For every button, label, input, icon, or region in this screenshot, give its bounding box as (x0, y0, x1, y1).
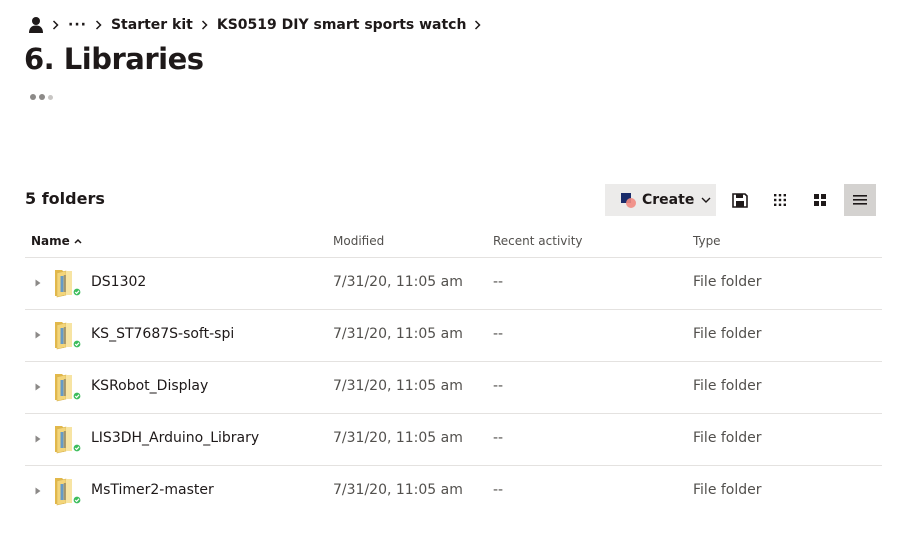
loading-indicator (30, 94, 53, 100)
folder-icon (55, 374, 82, 402)
page-title: 6. Libraries (24, 42, 204, 76)
expand-arrow-icon[interactable] (34, 434, 42, 444)
table-row[interactable]: MsTimer2-master 7/31/20, 11:05 am -- Fil… (25, 466, 882, 518)
table-row[interactable]: DS1302 7/31/20, 11:05 am -- File folder (25, 258, 882, 310)
file-type: File folder (693, 378, 762, 394)
folder-icon (55, 426, 82, 454)
create-logo-icon (620, 193, 636, 208)
file-name[interactable]: LIS3DH_Arduino_Library (91, 430, 259, 446)
file-name[interactable]: MsTimer2-master (91, 482, 214, 498)
expand-arrow-icon[interactable] (34, 382, 42, 392)
breadcrumb-item-starter-kit[interactable]: Starter kit (111, 17, 193, 33)
create-button[interactable]: Create (605, 184, 716, 216)
chevron-right-icon[interactable] (474, 20, 482, 30)
modified-date: 7/31/20, 11:05 am (333, 378, 463, 394)
file-name[interactable]: DS1302 (91, 274, 146, 290)
file-type: File folder (693, 482, 762, 498)
table-row[interactable]: KS_ST7687S-soft-spi 7/31/20, 11:05 am --… (25, 310, 882, 362)
column-header-type[interactable]: Type (693, 234, 721, 248)
file-name[interactable]: KSRobot_Display (91, 378, 208, 394)
folder-icon (55, 270, 82, 298)
recent-activity: -- (493, 378, 504, 394)
save-offline-icon[interactable] (724, 184, 756, 216)
table-row[interactable]: LIS3DH_Arduino_Library 7/31/20, 11:05 am… (25, 414, 882, 466)
column-header-modified[interactable]: Modified (333, 234, 384, 248)
modified-date: 7/31/20, 11:05 am (333, 482, 463, 498)
chevron-right-icon (95, 20, 102, 30)
recent-activity: -- (493, 482, 504, 498)
grid-large-icon[interactable] (804, 184, 836, 216)
chevron-down-icon (701, 197, 711, 203)
file-type: File folder (693, 430, 762, 446)
file-type: File folder (693, 326, 762, 342)
recent-activity: -- (493, 430, 504, 446)
breadcrumb-item-ks0519[interactable]: KS0519 DIY smart sports watch (217, 17, 467, 33)
grid-small-icon[interactable] (764, 184, 796, 216)
column-header-name[interactable]: Name (31, 234, 82, 248)
recent-activity: -- (493, 274, 504, 290)
table-header: Name Modified Recent activity Type (25, 226, 882, 258)
user-icon[interactable] (28, 16, 44, 34)
modified-date: 7/31/20, 11:05 am (333, 326, 463, 342)
folder-count: 5 folders (25, 189, 105, 208)
file-name[interactable]: KS_ST7687S-soft-spi (91, 326, 234, 342)
list-view-icon[interactable] (844, 184, 876, 216)
create-button-label: Create (642, 192, 695, 208)
file-table: Name Modified Recent activity Type DS130… (25, 226, 882, 506)
expand-arrow-icon[interactable] (34, 486, 42, 496)
file-type: File folder (693, 274, 762, 290)
column-header-recent-activity[interactable]: Recent activity (493, 234, 583, 248)
modified-date: 7/31/20, 11:05 am (333, 430, 463, 446)
chevron-right-icon (201, 20, 208, 30)
breadcrumb-more[interactable]: ··· (68, 17, 87, 33)
breadcrumb: ··· Starter kit KS0519 DIY smart sports … (28, 14, 490, 36)
chevron-right-icon (52, 20, 59, 30)
expand-arrow-icon[interactable] (34, 278, 42, 288)
expand-arrow-icon[interactable] (34, 330, 42, 340)
modified-date: 7/31/20, 11:05 am (333, 274, 463, 290)
folder-icon (55, 478, 82, 506)
table-row[interactable]: KSRobot_Display 7/31/20, 11:05 am -- Fil… (25, 362, 882, 414)
sort-ascending-icon (74, 238, 82, 244)
recent-activity: -- (493, 326, 504, 342)
toolbar: Create (605, 184, 876, 216)
folder-icon (55, 322, 82, 350)
table-body: DS1302 7/31/20, 11:05 am -- File folder … (25, 258, 882, 518)
